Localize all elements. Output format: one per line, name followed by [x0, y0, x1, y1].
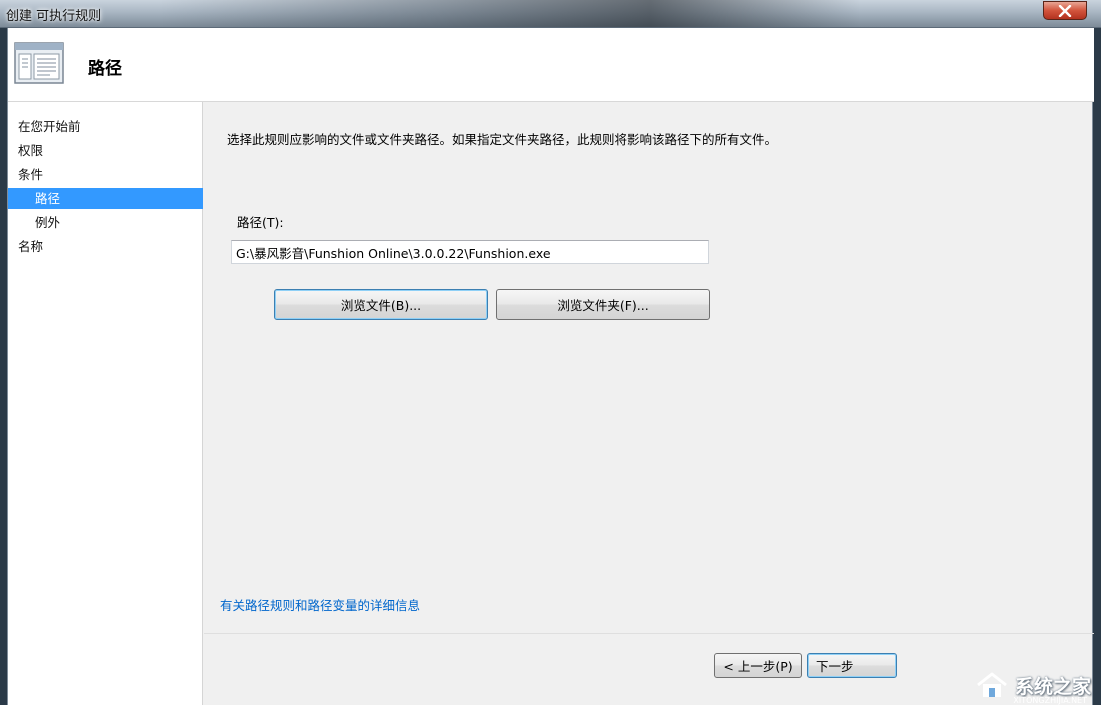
wizard-content: 选择此规则应影响的文件或文件夹路径。如果指定文件夹路径，此规则将影响该路径下的所…: [204, 102, 1094, 705]
sidebar-item-conditions[interactable]: 条件: [8, 164, 203, 185]
sidebar-item-permissions[interactable]: 权限: [8, 140, 203, 161]
path-rules-help-link[interactable]: 有关路径规则和路径变量的详细信息: [220, 595, 420, 614]
close-button[interactable]: [1043, 1, 1087, 20]
path-input[interactable]: [231, 240, 709, 264]
footer-divider: [204, 633, 1094, 634]
watermark-text: 系统之家: [1014, 675, 1091, 698]
close-icon: [1058, 4, 1072, 17]
path-label: 路径(T):: [237, 215, 284, 230]
browse-file-button[interactable]: 浏览文件(B)...: [274, 289, 488, 320]
sidebar-item-name[interactable]: 名称: [8, 236, 203, 257]
next-button[interactable]: 下一步: [807, 653, 897, 678]
title-bar[interactable]: 创建 可执行规则: [0, 0, 1101, 28]
sidebar-item-path[interactable]: 路径: [8, 188, 203, 209]
wizard-header: 路径: [8, 28, 1094, 102]
page-title: 路径: [88, 59, 122, 79]
window-title: 创建 可执行规则: [6, 9, 102, 24]
browse-folder-button[interactable]: 浏览文件夹(F)...: [496, 289, 710, 320]
wizard-steps-sidebar: 在您开始前 权限 条件 路径 例外 名称: [8, 102, 203, 705]
path-description: 选择此规则应影响的文件或文件夹路径。如果指定文件夹路径，此规则将影响该路径下的所…: [227, 132, 778, 147]
house-logo-icon: [977, 672, 1007, 697]
back-button[interactable]: < 上一步(P): [714, 653, 802, 678]
watermark-site: XITONGZHIJIA.NET: [1013, 696, 1087, 705]
dialog-client-area: 路径 在您开始前 权限 条件 路径 例外 名称 选择此规则应影响的文件或文件夹路…: [7, 28, 1094, 705]
wizard-page-icon: [14, 42, 64, 84]
sidebar-item-exceptions[interactable]: 例外: [8, 212, 203, 233]
watermark: 系统之家: [975, 671, 1091, 699]
sidebar-item-before-you-begin[interactable]: 在您开始前: [8, 116, 203, 137]
